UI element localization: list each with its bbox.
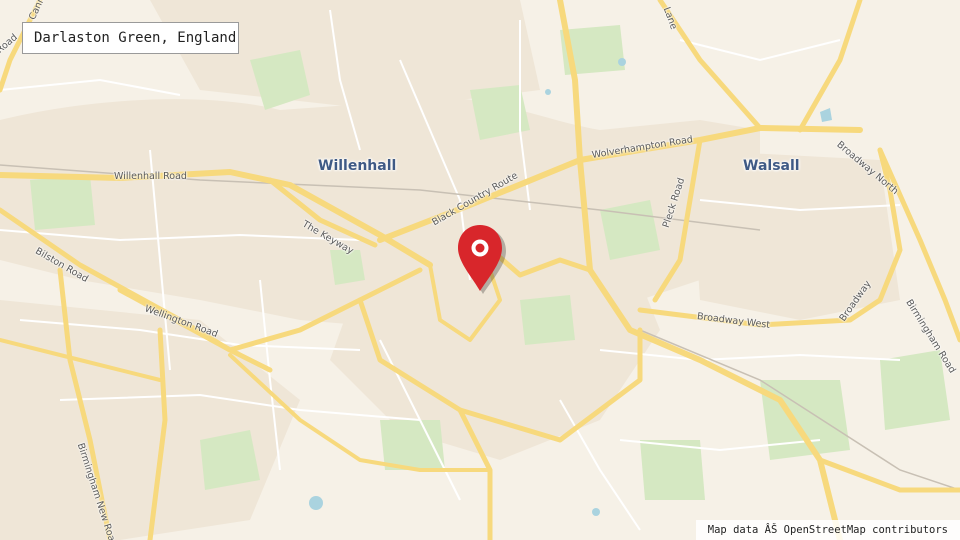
map-pin-icon[interactable]: [454, 224, 506, 296]
road-label-willenhall-road: Willenhall Road: [114, 171, 187, 182]
place-label-willenhall: Willenhall: [318, 158, 397, 174]
map-attribution[interactable]: Map data ÂŠ OpenStreetMap contributors: [695, 520, 960, 540]
place-label-walsall: Walsall: [743, 158, 800, 174]
map-view[interactable]: Willenhall Walsall Willenhall Road The K…: [0, 0, 960, 540]
location-title: Darlaston Green, England: [22, 22, 239, 54]
